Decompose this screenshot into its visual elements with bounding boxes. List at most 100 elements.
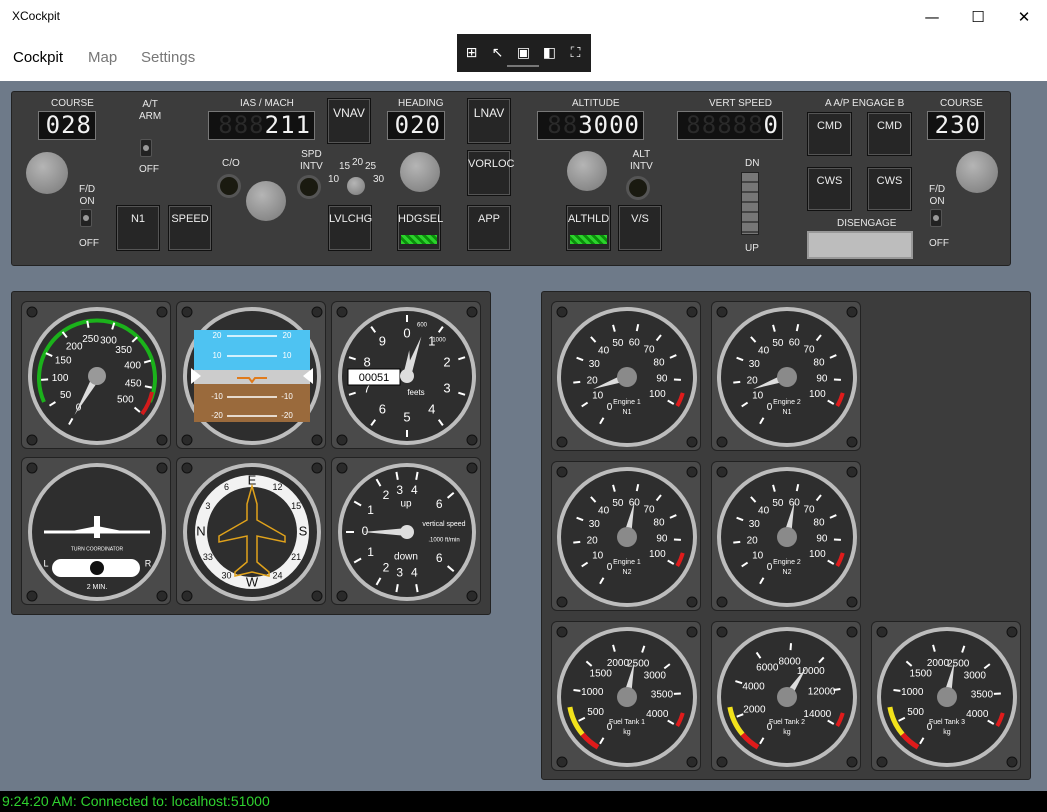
engine-gauge-4-tick-label: 30 xyxy=(749,519,761,530)
screw-icon xyxy=(466,434,478,446)
vs-button[interactable]: V/S xyxy=(618,205,662,251)
altimeter: 0 1 2 3 4 5 6 7 8 9 600 1000 00051 feets xyxy=(331,301,481,449)
hdgsel-button[interactable]: HDGSEL xyxy=(397,205,443,251)
fuel-tank-gauge-1: 0 500 1000 1500 2000 2500 3000 3500 4000 Fuel Tan… xyxy=(551,621,701,771)
engine-gauge-2-tick-label: 70 xyxy=(803,344,815,355)
fuel-tank-gauge-2-tick-label: 4000 xyxy=(742,681,765,692)
screw-icon xyxy=(556,436,568,448)
engine-gauge-2-title: Engine 2 xyxy=(773,399,801,406)
vsi-unit: .1000 ft/min xyxy=(428,538,459,544)
engine-gauge-3: 0 10 20 30 40 50 60 70 80 90 100 Engine 1 N2 xyxy=(551,461,701,611)
engine-gauge-1-tick-label: 60 xyxy=(629,337,641,348)
cmd-a-button[interactable]: CMD xyxy=(807,112,852,156)
engine-gauge-1-tick xyxy=(635,323,640,332)
course-right-label: COURSE xyxy=(940,98,983,109)
screw-icon xyxy=(716,756,728,768)
tab-settings[interactable]: Settings xyxy=(141,49,195,66)
screw-icon xyxy=(716,466,728,478)
altitude-knob[interactable] xyxy=(567,151,607,191)
engine-gauge-4-sub: N2 xyxy=(783,569,792,576)
engine-gauge-1-tick-label: 0 xyxy=(607,402,613,413)
engine-gauge-1-tick-label: 80 xyxy=(653,357,665,368)
tab-cockpit[interactable]: Cockpit xyxy=(13,49,63,66)
fuel-tank-gauge-1-tick-label: 2000 xyxy=(607,658,630,669)
spd-intv-button[interactable] xyxy=(297,175,321,199)
co-button[interactable] xyxy=(217,174,241,198)
select-icon[interactable]: ↖ xyxy=(487,43,508,64)
engine-gauge-4-tick-label: 80 xyxy=(813,517,825,528)
close-button[interactable]: ✕ xyxy=(1001,0,1047,34)
speed-knob[interactable] xyxy=(246,181,286,221)
engine-gauge-4-tick-label: 20 xyxy=(747,535,759,546)
cws-b-button[interactable]: CWS xyxy=(867,167,912,211)
at-arm-switch[interactable] xyxy=(140,139,152,157)
fuel-tank-gauge-3-tick-label: 1000 xyxy=(901,687,924,698)
needle-hub xyxy=(777,527,797,547)
speed-button[interactable]: SPEED xyxy=(168,205,212,251)
engine-gauge-3-tick-label: 50 xyxy=(612,498,624,509)
engine-gauge-3-tick-label: 80 xyxy=(653,517,665,528)
speed-scale-20: 20 xyxy=(352,157,364,168)
disengage-bar[interactable] xyxy=(807,231,913,259)
engine-gauge-3-tick-label: 40 xyxy=(598,506,610,517)
engine-gauge-4: 0 10 20 30 40 50 60 70 80 90 100 Engine 2 N2 xyxy=(711,461,861,611)
screw-icon xyxy=(846,306,858,318)
altimeter-sub-right: 1000 xyxy=(432,338,446,344)
vs-thumbwheel[interactable] xyxy=(741,172,759,235)
engine-gauge-2-tick-label: 90 xyxy=(816,373,828,384)
althld-button[interactable]: ALTHLD xyxy=(566,205,611,251)
screw-icon xyxy=(686,596,698,608)
vsi-up-label: up xyxy=(400,499,412,510)
compass-inner xyxy=(207,487,297,577)
add-panel-icon[interactable]: ⊞ xyxy=(461,43,482,64)
needle-hub xyxy=(617,367,637,387)
screw-icon xyxy=(26,462,38,474)
cmd-b-button[interactable]: CMD xyxy=(867,112,912,156)
airspeed-tick-label: 250 xyxy=(82,334,99,345)
bank-limit-selector[interactable] xyxy=(347,177,365,195)
engine-gauge-2-tick-label: 50 xyxy=(772,338,784,349)
fuel-tank-gauge-1-tick-label: 500 xyxy=(587,707,604,718)
fit-icon[interactable]: ▣ xyxy=(513,43,534,64)
n1-button[interactable]: N1 xyxy=(116,205,160,251)
fuel-tank-gauge-1-title: Fuel Tank 1 xyxy=(609,719,645,726)
hdgsel-indicator xyxy=(401,235,437,244)
fuel-tank-gauge-2: 0 2000 4000 6000 8000 10000 12000 14000 Fuel Tan… xyxy=(711,621,861,771)
cws-a-button[interactable]: CWS xyxy=(807,167,852,211)
fd-left-switch[interactable] xyxy=(80,209,92,227)
vnav-button[interactable]: VNAV xyxy=(327,98,371,144)
heading-display: 020 xyxy=(387,111,445,140)
screw-icon xyxy=(466,306,478,318)
course-left-knob[interactable] xyxy=(26,152,68,194)
heading-knob[interactable] xyxy=(400,152,440,192)
pitch-label-right: 10 xyxy=(283,351,292,360)
screw-icon xyxy=(846,756,858,768)
screw-icon xyxy=(876,756,888,768)
engine-gauge-2-tick-label: 40 xyxy=(758,346,770,357)
lvlchg-button[interactable]: LVLCHG xyxy=(328,205,372,251)
minimize-button[interactable]: — xyxy=(909,0,955,34)
fuel-tank-gauge-2-tick-label: 14000 xyxy=(803,709,831,720)
alt-intv-button[interactable] xyxy=(626,176,650,200)
inclinometer-ball xyxy=(90,561,104,575)
floating-toolbar: ⊞ ↖ ▣ ◧ ⛶ xyxy=(457,34,591,72)
airspeed-tick-label: 100 xyxy=(52,373,69,384)
tab-map[interactable]: Map xyxy=(88,49,117,66)
course-right-knob[interactable] xyxy=(956,151,998,193)
vsi-number: 3 xyxy=(396,483,403,497)
fd-right-switch[interactable] xyxy=(930,209,942,227)
instrument-icon[interactable]: ◧ xyxy=(539,43,560,64)
vorloc-button[interactable]: VORLOC xyxy=(467,150,514,196)
toolbar-drag-handle[interactable] xyxy=(507,65,539,67)
fuel-tank-gauge-2-sub: kg xyxy=(783,729,791,736)
compass-number: 33 xyxy=(203,552,213,562)
fullscreen-icon[interactable]: ⛶ xyxy=(565,43,586,64)
at-off-label: OFF xyxy=(139,164,159,175)
maximize-button[interactable]: ☐ xyxy=(955,0,1001,34)
app-button[interactable]: APP xyxy=(467,205,511,251)
fuel-tank-gauge-2-tick-label: 6000 xyxy=(756,663,779,674)
fuel-tank-gauge-3-tick-label: 500 xyxy=(907,707,924,718)
lnav-button[interactable]: LNAV xyxy=(467,98,511,144)
turn-coordinator: TURN COORDINATOR L R 2 MIN. xyxy=(21,457,171,605)
compass-number: 21 xyxy=(291,552,301,562)
